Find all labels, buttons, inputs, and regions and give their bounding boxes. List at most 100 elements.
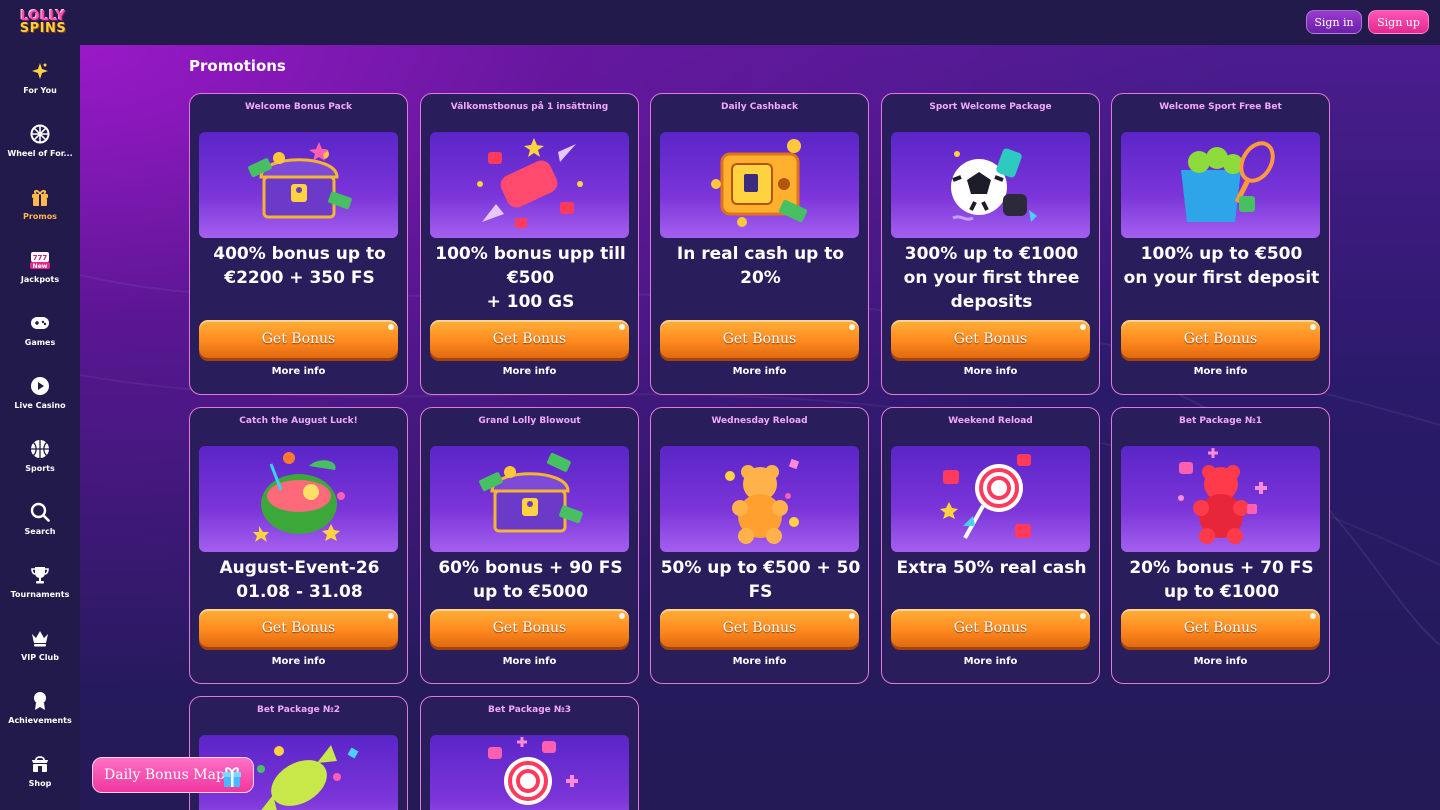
sidebar-item-label: Tournaments — [10, 589, 70, 599]
promo-card-text: Extra 50% real cash — [896, 558, 1087, 578]
promo-card: Daily Cashback In real cash up to 20% Ge… — [650, 93, 869, 395]
promo-card: Bet Package №1 20% bonus + 70 FS up to €… — [1111, 407, 1330, 684]
get-bonus-button[interactable]: Get Bonus — [660, 320, 859, 358]
promo-card-title: Sport Welcome Package — [929, 102, 1052, 112]
promo-image-tennis — [1121, 132, 1320, 238]
sidebar: For You Wheel of For... Promos 777 New Ja… — [0, 45, 80, 810]
search-icon — [29, 501, 51, 523]
sidebar-item-label: Live Casino — [14, 400, 66, 410]
more-info-link[interactable]: More info — [190, 366, 407, 377]
sidebar-item-tournaments[interactable]: Tournaments — [0, 551, 80, 611]
promo-card-text: 400% bonus up to €2200 + 350 FS — [213, 244, 386, 288]
sparkle-icon — [29, 60, 51, 82]
promo-card: Weekend Reload Extra 50% real cash Get B… — [881, 407, 1100, 684]
sidebar-item-achievements[interactable]: Achievements — [0, 677, 80, 737]
more-info-link[interactable]: More info — [651, 656, 868, 667]
promo-image-safe — [660, 132, 859, 238]
promo-card-text: August-Event-26 01.08 - 31.08 — [219, 558, 380, 602]
get-bonus-button[interactable]: Get Bonus — [199, 609, 398, 647]
sidebar-item-games[interactable]: Games — [0, 299, 80, 359]
sidebar-item-label: Search — [24, 526, 56, 536]
get-bonus-button[interactable]: Get Bonus — [430, 320, 629, 358]
promo-image-lollipop — [430, 735, 629, 810]
get-bonus-button[interactable]: Get Bonus — [891, 320, 1090, 358]
ball-icon — [29, 438, 51, 460]
play-icon — [29, 375, 51, 397]
more-info-link[interactable]: More info — [1112, 656, 1329, 667]
more-info-link[interactable]: More info — [882, 366, 1099, 377]
sidebar-item-label: Promos — [23, 211, 57, 221]
promo-image-bear-orange — [660, 446, 859, 552]
get-bonus-button[interactable]: Get Bonus — [1121, 320, 1320, 358]
promo-card-title: Grand Lolly Blowout — [478, 416, 581, 426]
sidebar-item-shop[interactable]: Shop — [0, 740, 80, 800]
promo-card-title: Weekend Reload — [948, 416, 1033, 426]
promo-image-chest — [199, 132, 398, 238]
daily-bonus-map-label: Daily Bonus Map — [104, 767, 225, 783]
sign-up-button[interactable]: Sign up — [1368, 10, 1429, 34]
promo-card-title: Welcome Sport Free Bet — [1159, 102, 1282, 112]
main-content: Promotions Welcome Bonus Pack 400% bonus… — [80, 45, 1440, 810]
sidebar-item-label: Achievements — [8, 715, 72, 725]
more-info-link[interactable]: More info — [421, 366, 638, 377]
more-info-link[interactable]: More info — [651, 366, 868, 377]
get-bonus-button[interactable]: Get Bonus — [1121, 609, 1320, 647]
sidebar-item-promos[interactable]: Promos — [0, 173, 80, 233]
svg-text:777: 777 — [33, 254, 48, 262]
page-title: Promotions — [189, 57, 286, 75]
promo-card-title: Bet Package №1 — [1179, 416, 1262, 426]
shop-icon — [29, 753, 51, 775]
top-bar: LOLLY SPINS Sign in Sign up — [0, 0, 1440, 45]
promo-card-title: Welcome Bonus Pack — [244, 102, 353, 112]
promo-card-title: Wednesday Reload — [711, 416, 808, 426]
sidebar-item-sports[interactable]: Sports — [0, 425, 80, 485]
get-bonus-button[interactable]: Get Bonus — [430, 609, 629, 647]
promo-card-text: 60% bonus + 90 FS up to €5000 — [438, 558, 623, 602]
promo-image-bear-red — [1121, 446, 1320, 552]
sidebar-item-for-you[interactable]: For You — [0, 47, 80, 107]
promo-card-title: Bet Package №2 — [257, 705, 340, 715]
promo-card: Välkomstbonus på 1 insättning 100% bonus… — [420, 93, 639, 395]
trophy-icon — [29, 564, 51, 586]
sidebar-item-wheel[interactable]: Wheel of For... — [0, 110, 80, 170]
promo-card-text: 20% bonus + 70 FS up to €1000 — [1129, 558, 1314, 602]
sidebar-item-jackpots[interactable]: 777 New Jackpots — [0, 236, 80, 296]
sidebar-item-search[interactable]: Search — [0, 488, 80, 548]
wheel-icon — [29, 123, 51, 145]
promo-card: Welcome Bonus Pack 400% bonus up to €220… — [189, 93, 408, 395]
jackpot-icon: 777 New — [29, 249, 51, 271]
get-bonus-button[interactable]: Get Bonus — [660, 609, 859, 647]
crown-icon — [29, 627, 51, 649]
promo-card-text: 50% up to €500 + 50 FS — [660, 558, 861, 602]
promo-card: Wednesday Reload 50% up to €500 + 50 FS … — [650, 407, 869, 684]
sidebar-item-vip-club[interactable]: VIP Club — [0, 614, 80, 674]
sidebar-item-label: Shop — [28, 778, 52, 788]
promo-card-text: In real cash up to 20% — [676, 244, 845, 288]
daily-bonus-map-button[interactable]: Daily Bonus Map — [92, 757, 254, 793]
sidebar-item-label: Sports — [25, 463, 55, 473]
more-info-link[interactable]: More info — [1112, 366, 1329, 377]
promo-card: Bet Package №3 — [420, 696, 639, 810]
more-info-link[interactable]: More info — [421, 656, 638, 667]
get-bonus-button[interactable]: Get Bonus — [199, 320, 398, 358]
sidebar-item-label: Games — [24, 337, 56, 347]
sidebar-item-label: For You — [23, 85, 57, 95]
promo-card-title: Catch the August Luck! — [239, 416, 358, 426]
gift-icon — [29, 186, 51, 208]
gamepad-icon — [29, 312, 51, 334]
sidebar-item-label: Jackpots — [20, 274, 60, 284]
promo-card: Sport Welcome Package 300% up to €1000 o… — [881, 93, 1100, 395]
sidebar-item-label: VIP Club — [21, 652, 59, 662]
logo[interactable]: LOLLY SPINS — [14, 6, 72, 40]
sidebar-item-live-casino[interactable]: Live Casino — [0, 362, 80, 422]
promo-card-text: 100% up to €500 on your first deposit — [1123, 244, 1320, 288]
more-info-link[interactable]: More info — [190, 656, 407, 667]
sign-in-button[interactable]: Sign in — [1306, 10, 1362, 34]
more-info-link[interactable]: More info — [882, 656, 1099, 667]
promo-card-title: Bet Package №3 — [488, 705, 571, 715]
promo-image-melon — [199, 446, 398, 552]
promo-card-title: Daily Cashback — [721, 102, 798, 112]
gift-icon — [221, 764, 243, 793]
new-badge: New — [33, 263, 48, 270]
get-bonus-button[interactable]: Get Bonus — [891, 609, 1090, 647]
